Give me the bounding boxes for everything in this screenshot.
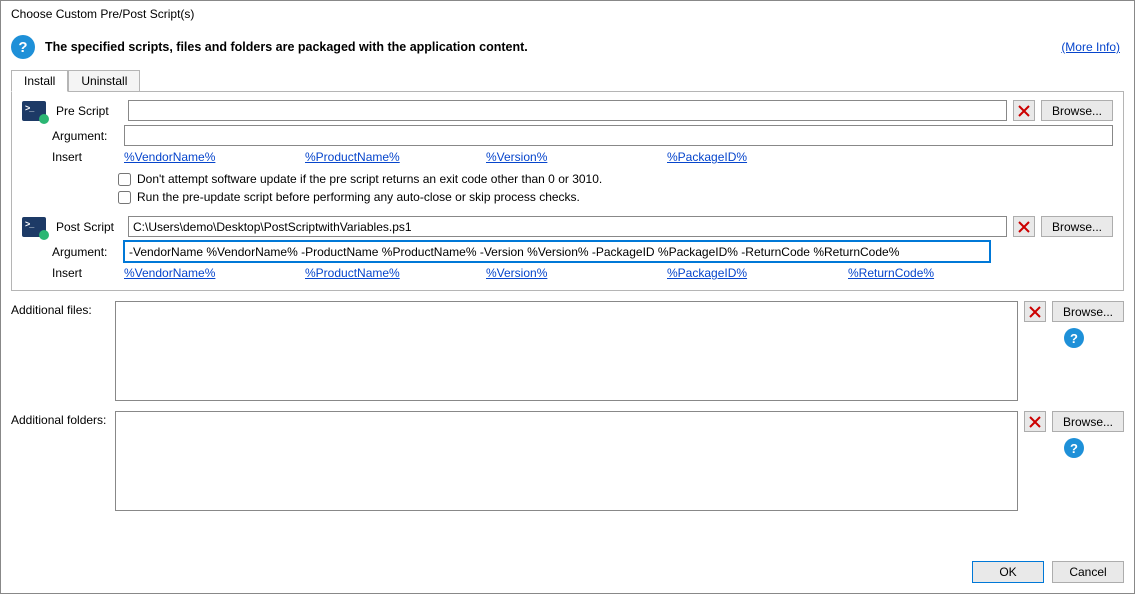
insert-var-version[interactable]: %Version% <box>486 150 661 164</box>
pre-script-browse-button[interactable]: Browse... <box>1041 100 1113 121</box>
insert-var-returncode[interactable]: %ReturnCode% <box>848 266 1023 280</box>
post-argument-label: Argument: <box>52 245 118 259</box>
post-script-label: Post Script <box>56 220 122 234</box>
post-script-clear-button[interactable] <box>1013 216 1035 237</box>
insert-var-productname[interactable]: %ProductName% <box>305 266 480 280</box>
tab-install[interactable]: Install <box>11 70 68 92</box>
additional-files-input[interactable] <box>115 301 1018 401</box>
additional-folders-browse-button[interactable]: Browse... <box>1052 411 1124 432</box>
delete-x-icon <box>1029 306 1041 318</box>
delete-x-icon <box>1018 105 1030 117</box>
pre-exitcode-label: Don't attempt software update if the pre… <box>137 172 602 186</box>
post-script-browse-button[interactable]: Browse... <box>1041 216 1113 237</box>
script-icon <box>22 217 46 237</box>
tab-uninstall[interactable]: Uninstall <box>68 70 140 91</box>
additional-folders-input[interactable] <box>115 411 1018 511</box>
script-icon <box>22 101 46 121</box>
install-panel: Pre Script Browse... Argument: Insert %V… <box>11 91 1124 291</box>
insert-var-vendorname[interactable]: %VendorName% <box>124 266 299 280</box>
tab-strip: Install Uninstall <box>1 69 1134 91</box>
info-banner: ? The specified scripts, files and folde… <box>1 25 1134 69</box>
pre-argument-input[interactable] <box>124 125 1113 146</box>
help-icon[interactable]: ? <box>1064 328 1084 348</box>
post-script-path-input[interactable] <box>128 216 1007 237</box>
additional-folders-label: Additional folders: <box>11 411 107 511</box>
info-icon: ? <box>11 35 35 59</box>
pre-before-autoclose-checkbox[interactable] <box>118 191 131 204</box>
pre-script-label: Pre Script <box>56 104 122 118</box>
cancel-button[interactable]: Cancel <box>1052 561 1124 583</box>
dialog-window: Choose Custom Pre/Post Script(s) ? The s… <box>0 0 1135 594</box>
insert-var-productname[interactable]: %ProductName% <box>305 150 480 164</box>
delete-x-icon <box>1018 221 1030 233</box>
window-title: Choose Custom Pre/Post Script(s) <box>1 1 1134 25</box>
pre-script-clear-button[interactable] <box>1013 100 1035 121</box>
additional-folders-clear-button[interactable] <box>1024 411 1046 432</box>
ok-button[interactable]: OK <box>972 561 1044 583</box>
delete-x-icon <box>1029 416 1041 428</box>
banner-message: The specified scripts, files and folders… <box>45 40 1051 54</box>
additional-files-label: Additional files: <box>11 301 107 401</box>
pre-before-autoclose-label: Run the pre-update script before perform… <box>137 190 580 204</box>
pre-argument-label: Argument: <box>52 129 118 143</box>
insert-var-packageid[interactable]: %PackageID% <box>667 266 842 280</box>
post-insert-label: Insert <box>52 266 118 280</box>
pre-exitcode-checkbox[interactable] <box>118 173 131 186</box>
pre-script-path-input[interactable] <box>128 100 1007 121</box>
more-info-link[interactable]: (More Info) <box>1061 40 1120 54</box>
insert-var-packageid[interactable]: %PackageID% <box>667 150 842 164</box>
dialog-footer: OK Cancel <box>1 555 1134 593</box>
insert-var-vendorname[interactable]: %VendorName% <box>124 150 299 164</box>
insert-var-version[interactable]: %Version% <box>486 266 661 280</box>
help-icon[interactable]: ? <box>1064 438 1084 458</box>
additional-files-clear-button[interactable] <box>1024 301 1046 322</box>
additional-files-browse-button[interactable]: Browse... <box>1052 301 1124 322</box>
post-argument-input[interactable] <box>124 241 990 262</box>
pre-insert-label: Insert <box>52 150 118 164</box>
